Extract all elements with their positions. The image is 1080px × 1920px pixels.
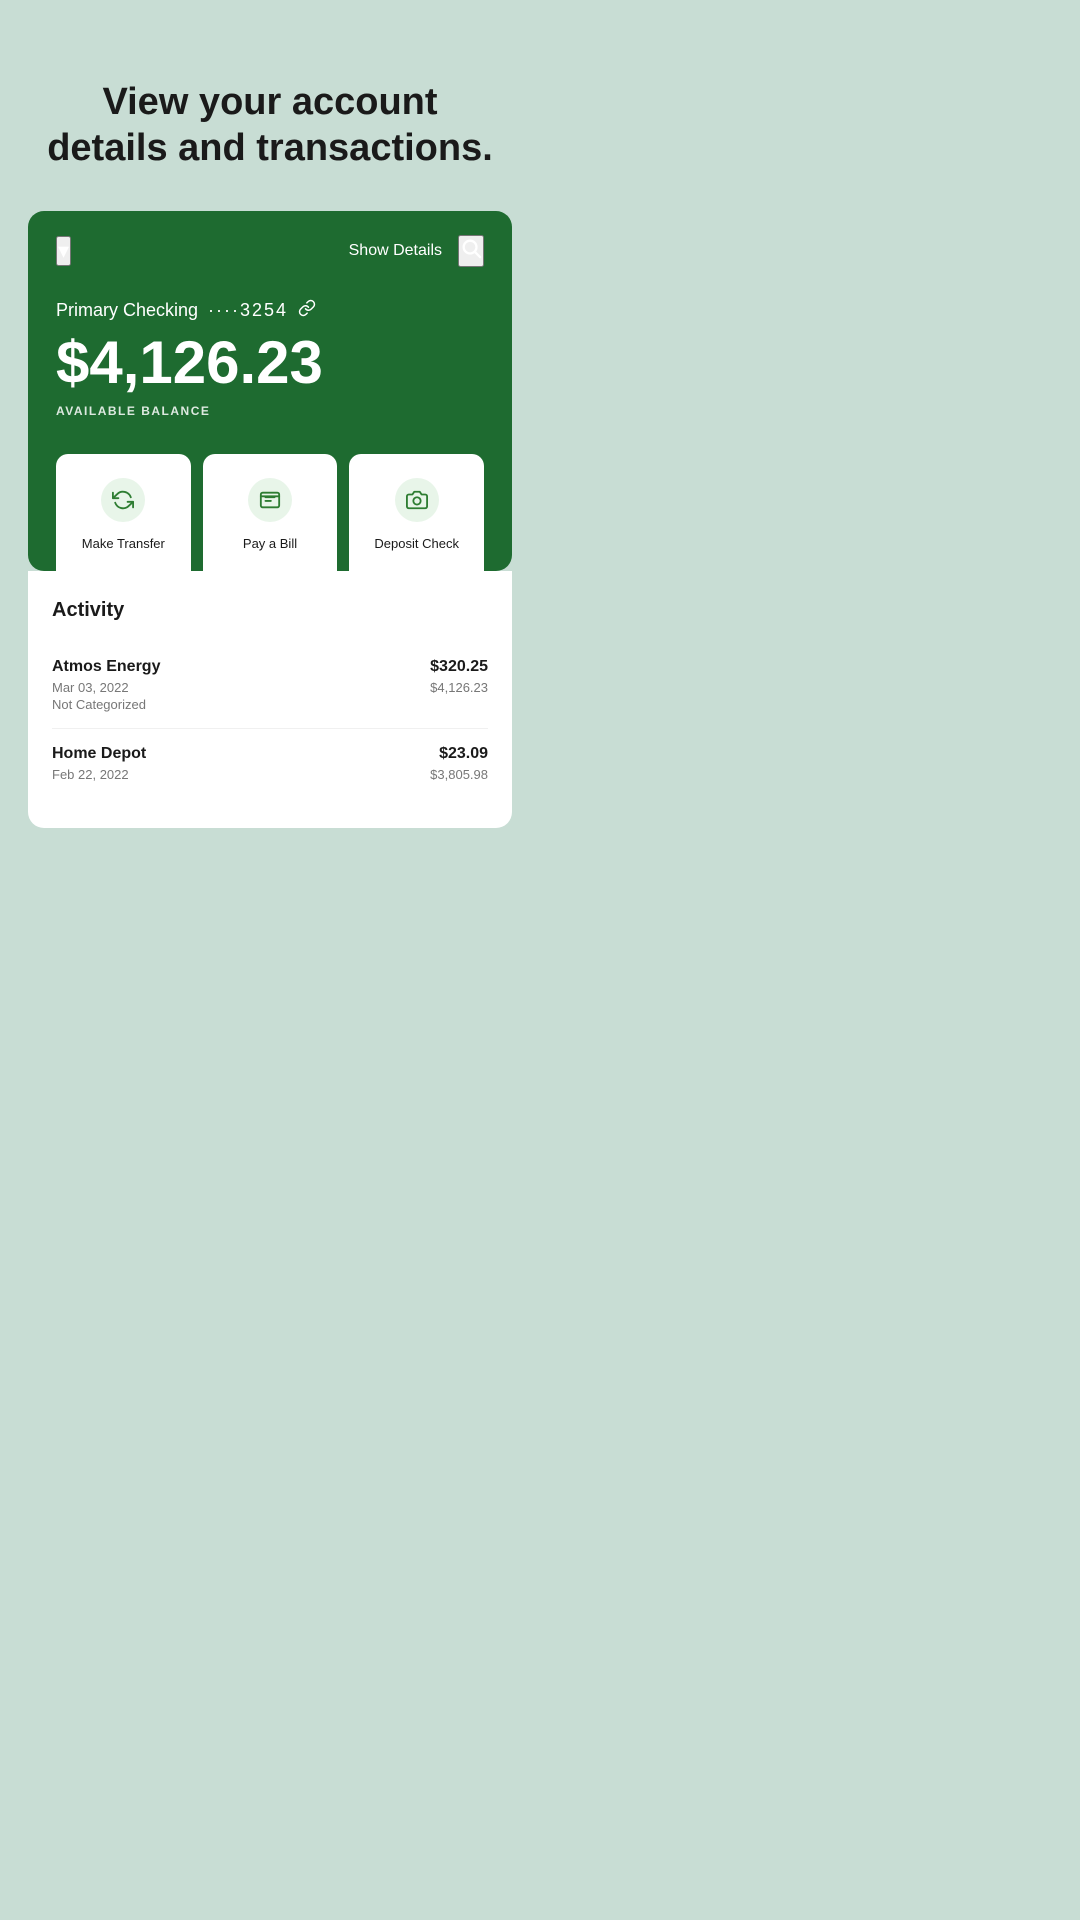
- bill-icon: [259, 489, 281, 511]
- search-button[interactable]: [458, 235, 484, 267]
- link-icon: [298, 299, 316, 322]
- chevron-down-button[interactable]: ▾: [56, 236, 71, 266]
- card-header: ▾ Show Details: [56, 235, 484, 267]
- show-details-button[interactable]: Show Details: [349, 242, 442, 260]
- action-buttons: Make Transfer Pay a Bill: [28, 454, 512, 571]
- transaction-balance: $3,805.98: [430, 767, 488, 782]
- transfer-icon-bg: [101, 478, 145, 522]
- balance-label: AVAILABLE BALANCE: [56, 404, 484, 418]
- deposit-check-button[interactable]: Deposit Check: [349, 454, 484, 571]
- transaction-name: Home Depot: [52, 745, 146, 763]
- chevron-down-icon: ▾: [58, 238, 69, 263]
- transaction-right: $23.09 $3,805.98: [430, 745, 488, 782]
- deposit-check-label: Deposit Check: [374, 536, 459, 551]
- balance-amount: $4,126.23: [56, 330, 484, 396]
- page-wrapper: View your account details and transactio…: [0, 0, 540, 960]
- make-transfer-button[interactable]: Make Transfer: [56, 454, 191, 571]
- transaction-left: Home Depot Feb 22, 2022: [52, 745, 146, 784]
- make-transfer-label: Make Transfer: [82, 536, 165, 551]
- hero-section: View your account details and transactio…: [0, 0, 540, 211]
- white-section: Activity Atmos Energy Mar 03, 2022 Not C…: [28, 571, 512, 828]
- transaction-date: Feb 22, 2022: [52, 767, 146, 782]
- deposit-icon-bg: [395, 478, 439, 522]
- transaction-category: Not Categorized: [52, 697, 160, 712]
- transaction-amount: $320.25: [430, 658, 488, 676]
- header-right: Show Details: [349, 235, 484, 267]
- transaction-date: Mar 03, 2022: [52, 680, 160, 695]
- hero-title: View your account details and transactio…: [40, 80, 500, 171]
- search-icon: [460, 237, 482, 259]
- account-name: Primary Checking ····3254: [56, 299, 484, 322]
- pay-bill-button[interactable]: Pay a Bill: [203, 454, 338, 571]
- transaction-item[interactable]: Home Depot Feb 22, 2022 $23.09 $3,805.98: [52, 729, 488, 800]
- transaction-left: Atmos Energy Mar 03, 2022 Not Categorize…: [52, 658, 160, 712]
- transfer-icon: [112, 489, 134, 511]
- pay-bill-label: Pay a Bill: [243, 536, 297, 551]
- transaction-balance: $4,126.23: [430, 680, 488, 695]
- account-card: ▾ Show Details Primary Checking ····3254: [28, 211, 512, 571]
- deposit-icon: [406, 489, 428, 511]
- transaction-name: Atmos Energy: [52, 658, 160, 676]
- activity-title: Activity: [52, 599, 488, 622]
- bill-icon-bg: [248, 478, 292, 522]
- transaction-right: $320.25 $4,126.23: [430, 658, 488, 695]
- transaction-amount: $23.09: [430, 745, 488, 763]
- transaction-item[interactable]: Atmos Energy Mar 03, 2022 Not Categorize…: [52, 642, 488, 729]
